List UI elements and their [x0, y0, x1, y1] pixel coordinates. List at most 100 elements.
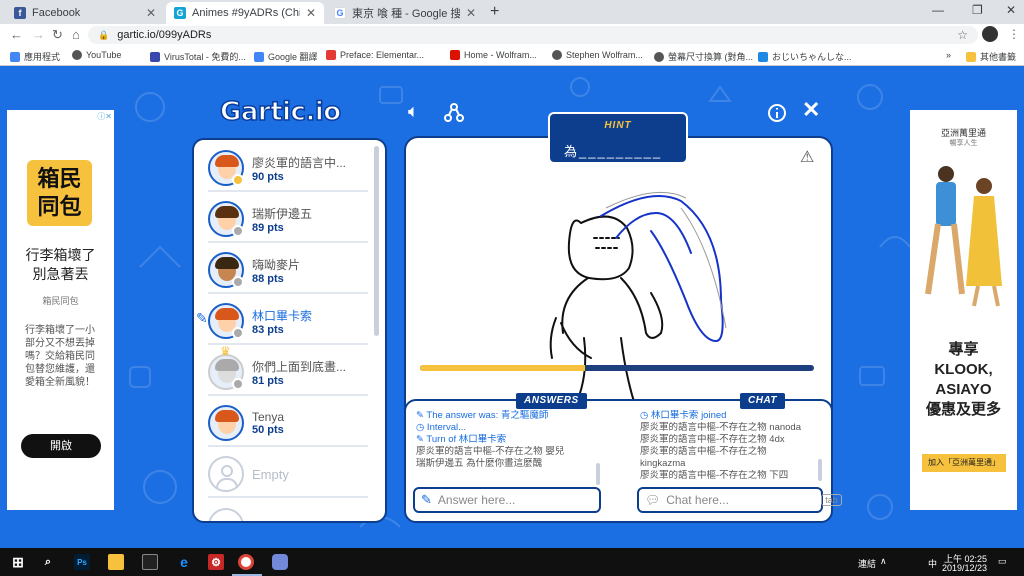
empty-avatar-icon [208, 456, 244, 492]
bookmark-google-translate[interactable]: Google 翻譯 [254, 50, 318, 63]
players-scrollbar[interactable] [374, 146, 379, 336]
answers-scrollbar[interactable] [596, 463, 600, 485]
chat-tab[interactable]: CHAT [740, 393, 786, 409]
chat-line: 廖炎軍的語言中樞-不存在之物 4dx [640, 434, 785, 445]
bookmark-label: YouTube [86, 50, 122, 60]
player-row[interactable]: 瑞斯伊邊五 89 pts [208, 197, 368, 243]
empty-avatar-icon [208, 508, 244, 521]
bookmark-screen-size[interactable]: 螢幕尺寸換算 (對角... [654, 50, 753, 63]
game-area: ⓘ✕ 箱民 同包 行李箱壞了 別急著丟 箱民同包 行李箱壞了一小部分又不想丟掉嗎… [0, 67, 1024, 548]
player-name: 林口畢卡索 [252, 308, 313, 323]
close-window-button[interactable]: ✕ [1006, 3, 1016, 17]
address-bar[interactable]: 🔒 gartic.io/099yADRs ☆ [88, 26, 978, 44]
answers-tab[interactable]: ANSWERS [516, 393, 587, 409]
player-row-drawing[interactable]: 林口畢卡索 83 pts [208, 299, 368, 345]
browser-toolbar: ← → ↻ ⌂ 🔒 gartic.io/099yADRs ☆ [0, 24, 1024, 46]
player-name: 你們上面到底畫... [252, 359, 347, 374]
windows-taskbar: ⊞ ⌕ Ps e ⚙ 連結 ∧ 中 上午 02:25 2019/12/23 ▭ [0, 548, 1024, 576]
tab-facebook[interactable]: f Facebook ✕ [6, 2, 164, 24]
close-tab-icon[interactable]: ✕ [146, 6, 156, 20]
chat-line: 廖炎軍的語言中樞-不存在之物 nanoda [640, 422, 802, 433]
tab-gartic[interactable]: G Animes #9yADRs (Chinese (Tai... ✕ [166, 2, 324, 24]
new-tab-button[interactable]: + [490, 3, 499, 21]
app-gear-icon[interactable]: ⚙ [208, 554, 224, 570]
answer-input[interactable] [437, 493, 599, 507]
discord-icon[interactable] [272, 554, 288, 570]
bookmarks-overflow[interactable]: » [946, 50, 951, 60]
chat-bubble-icon: 💬︎ [645, 493, 661, 507]
menu-icon[interactable]: ⋮ [1008, 27, 1020, 41]
chat-input-box[interactable]: 💬︎ tab [637, 487, 842, 513]
ad-join-button[interactable]: 加入「亞洲萬里通」 [922, 454, 1006, 472]
close-tab-icon[interactable]: ✕ [466, 6, 476, 20]
language-indicator[interactable]: 中 [928, 557, 937, 570]
windows-start-icon[interactable]: ⊞ [10, 554, 26, 570]
right-advertisement[interactable]: 亞洲萬里通 暢享人生 專享 KLOOK, ASIAYO 優惠及更多 加入「亞洲萬… [910, 110, 1017, 510]
google-icon: G [334, 7, 346, 19]
bookmark-apps[interactable]: 應用程式 [10, 50, 60, 63]
minimize-button[interactable]: — [932, 3, 944, 17]
profile-avatar[interactable] [982, 26, 998, 42]
chat-line: kingkazma [640, 458, 686, 469]
player-name: Tenya [252, 410, 285, 424]
chat-line: 廖炎軍的語言中樞-不存在之物 [640, 446, 767, 457]
bookmark-wolfram-home[interactable]: Home - Wolfram... [450, 50, 537, 60]
tab-title: Facebook [32, 7, 81, 19]
pixiv-icon [758, 51, 768, 62]
photoshop-icon[interactable]: Ps [74, 554, 90, 570]
player-row[interactable]: Tenya 50 pts [208, 401, 368, 447]
adchoices-icon[interactable]: ⓘ✕ [97, 111, 112, 122]
player-row[interactable]: 嗨呦麥片 88 pts [208, 248, 368, 294]
player-avatar [208, 252, 244, 288]
bookmark-label: Stephen Wolfram... [566, 50, 643, 60]
globe-icon [72, 50, 82, 60]
overflow-chevron: » [946, 50, 952, 60]
player-name: 廖炎軍的語言中... [252, 155, 347, 170]
bookmark-stephen-wolfram[interactable]: Stephen Wolfram... [552, 50, 643, 60]
left-advertisement[interactable]: ⓘ✕ 箱民 同包 行李箱壞了 別急著丟 箱民同包 行李箱壞了一小部分又不想丟掉嗎… [7, 110, 114, 510]
ad-brand: 箱民同包 [42, 296, 79, 306]
player-name: 瑞斯伊邊五 [252, 206, 313, 221]
player-row[interactable]: ♛ 你們上面到底畫... 81 pts [208, 344, 368, 396]
ime-mode[interactable]: 連結 [858, 557, 876, 570]
player-avatar [208, 201, 244, 237]
player-row-empty: Empty [208, 452, 368, 498]
clock-date[interactable]: 2019/12/23 [942, 563, 987, 573]
reload-icon[interactable]: ↻ [52, 27, 63, 43]
share-icon[interactable] [444, 103, 464, 123]
file-explorer-icon[interactable] [108, 554, 124, 570]
info-icon[interactable] [767, 103, 787, 123]
terminal-icon[interactable] [142, 554, 158, 570]
forward-icon[interactable]: → [32, 27, 45, 42]
home-icon[interactable]: ⌂ [72, 27, 80, 42]
tab-title: Animes #9yADRs (Chinese (Tai... [192, 7, 300, 19]
player-row[interactable]: 廖炎軍的語言中... 90 pts [208, 146, 368, 192]
bookmark-ojiichan[interactable]: おじいちゃんしな... [758, 50, 852, 63]
bookmark-virustotal[interactable]: VirusTotal - 免費的... [150, 50, 246, 63]
maximize-button[interactable]: ❐ [972, 3, 983, 17]
tab-key-hint: tab [821, 494, 842, 506]
answer-input-box[interactable]: ✎ [413, 487, 601, 513]
ad-open-button[interactable]: 開啟 [21, 434, 101, 458]
close-icon[interactable]: ✕ [802, 97, 820, 123]
chat-scrollbar[interactable] [818, 459, 822, 481]
close-tab-icon[interactable]: ✕ [306, 6, 316, 20]
notification-icon[interactable]: ▭ [998, 556, 1007, 567]
gartic-icon: G [174, 7, 186, 19]
back-icon[interactable]: ← [10, 27, 23, 42]
bookmark-youtube[interactable]: YouTube [72, 50, 121, 60]
player-avatar [208, 150, 244, 186]
search-icon[interactable]: ⌕ [40, 554, 56, 570]
globe-icon [654, 51, 664, 62]
bookmark-star-icon[interactable]: ☆ [957, 28, 968, 42]
report-warning-icon[interactable]: ⚠ [800, 147, 814, 167]
tab-google[interactable]: G 東京 喰 種 - Google 搜尋 ✕ [326, 2, 484, 24]
bookmark-preface[interactable]: Preface: Elementar... [326, 50, 424, 60]
drawing-pencil-icon: ✎ [196, 310, 208, 326]
chat-input[interactable] [666, 493, 822, 507]
internet-explorer-icon[interactable]: e [176, 554, 192, 570]
bookmark-other[interactable]: 其他書籤 [966, 50, 1016, 63]
chrome-icon[interactable] [238, 554, 254, 570]
sound-icon[interactable]: 🔈︎ [408, 101, 419, 122]
tray-chevron-icon[interactable]: ∧ [880, 556, 887, 567]
